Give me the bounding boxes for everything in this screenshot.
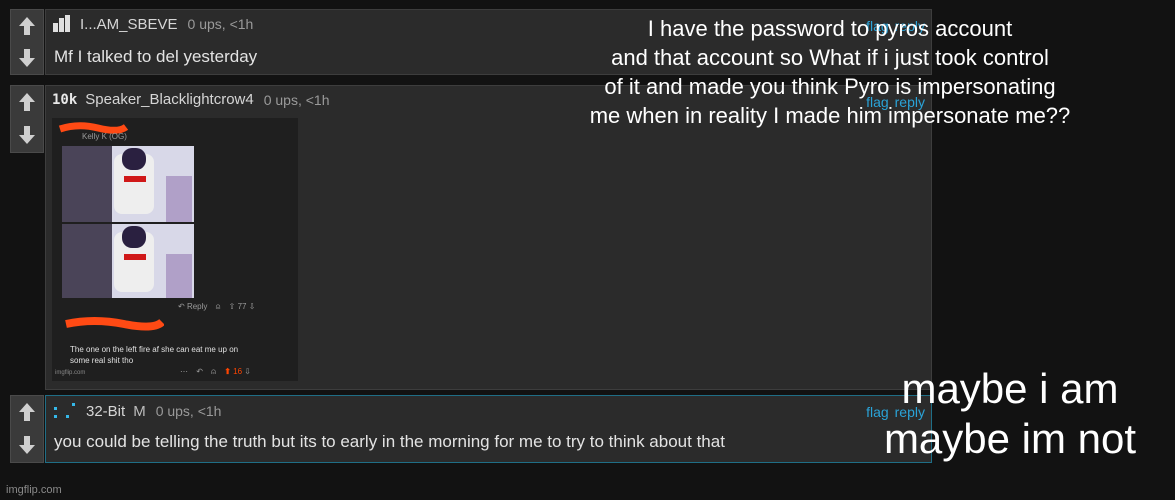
embedded-upvote-icon: ⇧ (228, 302, 236, 311)
downvote-arrow-icon[interactable] (11, 119, 43, 151)
downvote-arrow-icon[interactable] (11, 42, 43, 74)
embedded-action-row: ↶ Reply ⍝ ⇧ 77 ⇩ (178, 302, 255, 312)
redaction-mark (65, 317, 164, 331)
comment-text: Mf I talked to del yesterday (54, 47, 258, 66)
embedded-header-name: Kelly K (OG) (82, 132, 127, 141)
score: 0 ups, <1h (187, 16, 254, 32)
comment-meta: 10k Speaker_Blacklightcrow4 0 ups, <1h (52, 91, 330, 108)
embedded-bell-icon: ⍝ (211, 367, 216, 376)
embedded-downvote-icon: ⇩ (248, 302, 256, 311)
embedded-count: 77 (237, 302, 247, 311)
embedded-more-icon: ⋯ (180, 367, 188, 376)
imgflip-watermark: imgflip.com (6, 484, 62, 496)
embedded-upvote-icon: ⬆ (224, 367, 231, 376)
upvote-arrow-icon[interactable] (11, 86, 43, 118)
score: 0 ups, <1h (263, 91, 330, 108)
overlay-caption-bottom: maybe i am maybe im not (850, 364, 1170, 464)
score: 0 ups, <1h (155, 403, 222, 419)
username[interactable]: Speaker_Blacklightcrow4 (85, 91, 253, 108)
embedded-screenshot-image[interactable]: Kelly K (OG) ↶ Reply ⍝ ⇧ 77 ⇩ The one on… (52, 118, 298, 381)
overlay-line: I have the password to pyros account (647, 16, 1013, 41)
embedded-reply-label: Reply (186, 302, 208, 311)
embedded-comment-text: The one on the left fire af she can eat … (70, 345, 239, 365)
mod-badge: M (133, 402, 146, 420)
embedded-bell-icon: ⍝ (215, 302, 221, 311)
overlay-line: and that account so What if i just took … (611, 45, 1049, 70)
comment-meta: I...AM_SBEVE 0 ups, <1h (52, 15, 253, 33)
downvote-arrow-icon[interactable] (11, 429, 43, 461)
embedded-reply-icon: ↶ (196, 367, 203, 376)
overlay-line: of it and made you think Pyro is imperso… (604, 74, 1056, 99)
comment-meta: 32-Bit M 0 ups, <1h (52, 401, 221, 421)
rank-badge: 10k (52, 91, 78, 108)
overlay-line: maybe i am (901, 365, 1119, 412)
vote-column (10, 9, 44, 75)
username[interactable]: I...AM_SBEVE (80, 16, 178, 33)
comment-text: you could be telling the truth but its t… (54, 432, 725, 451)
embedded-action-row: ⋯ ↶ ⍝ ⬆ 16 ⇩ (180, 367, 251, 377)
embedded-count: 16 (233, 367, 243, 376)
overlay-caption-top: I have the password to pyros account and… (490, 14, 1170, 130)
upvote-arrow-icon[interactable] (11, 396, 43, 428)
overlay-line: me when in reality I made him impersonat… (589, 103, 1071, 128)
artwork-image (62, 224, 194, 298)
embedded-reply-icon: ↶ (178, 302, 187, 311)
embedded-watermark: imgflip.com (55, 370, 86, 376)
upvote-arrow-icon[interactable] (11, 10, 43, 42)
user-icon (53, 15, 70, 32)
comment-body: 32-Bit M 0 ups, <1h flag reply you could … (45, 395, 932, 463)
pixel-avatar-icon (54, 403, 75, 418)
vote-column (10, 85, 44, 153)
overlay-line: maybe im not (883, 415, 1137, 462)
artwork-image (62, 146, 194, 222)
vote-column (10, 395, 44, 463)
username[interactable]: 32-Bit (86, 403, 125, 420)
embedded-downvote-icon: ⇩ (244, 367, 251, 376)
